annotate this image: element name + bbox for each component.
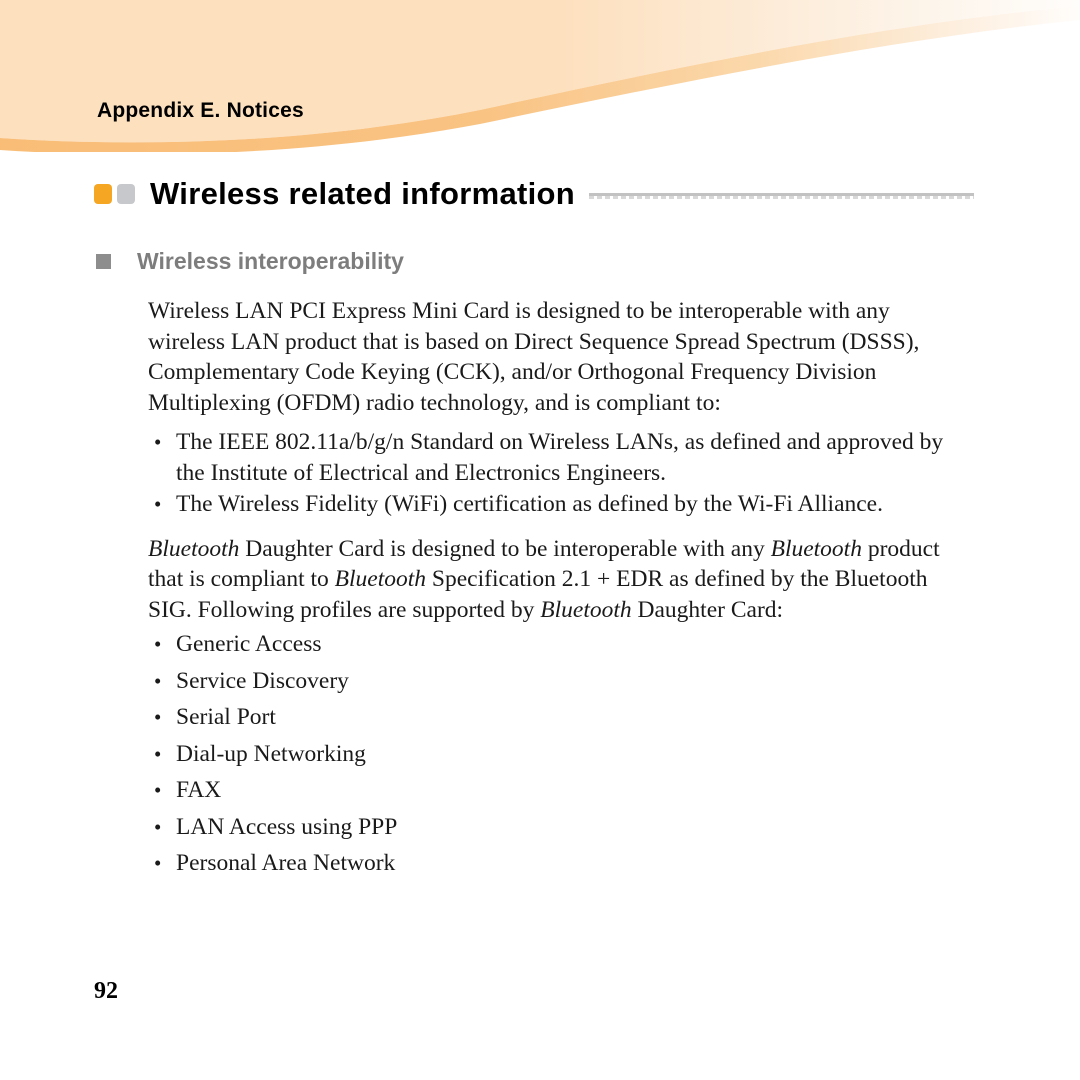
- bluetooth-paragraph: Bluetooth Daughter Card is designed to b…: [148, 534, 958, 626]
- list-item: Service Discovery: [148, 666, 958, 697]
- list-item: FAX: [148, 775, 958, 806]
- list-item: Generic Access: [148, 629, 958, 660]
- list-item: The Wireless Fidelity (WiFi) certificati…: [148, 489, 958, 520]
- page-title: Wireless related information: [150, 176, 576, 211]
- standards-bullet-list: The IEEE 802.11a/b/g/n Standard on Wirel…: [148, 427, 958, 520]
- appendix-title: Appendix E. Notices: [97, 99, 304, 122]
- list-item: Serial Port: [148, 702, 958, 733]
- italic-term: Bluetooth: [148, 535, 240, 562]
- list-item: LAN Access using PPP: [148, 812, 958, 843]
- body-content: Wireless LAN PCI Express Mini Card is de…: [148, 296, 958, 893]
- bluetooth-profiles-list: Generic Access Service Discovery Serial Po…: [148, 629, 958, 879]
- section-heading-row: Wireless related information: [94, 176, 974, 212]
- orange-square-icon: [94, 184, 112, 204]
- italic-term: Bluetooth: [770, 535, 862, 562]
- list-item: Personal Area Network: [148, 848, 958, 879]
- gray-square-icon: [117, 184, 135, 204]
- subsection-title: Wireless interoperability: [137, 248, 404, 274]
- page-header-banner: Appendix E. Notices: [0, 0, 1080, 152]
- square-bullet-icon: [96, 254, 111, 269]
- paragraph-text: Daughter Card is designed to be interope…: [239, 535, 771, 562]
- heading-rule: [589, 193, 974, 199]
- italic-term: Bluetooth: [540, 596, 632, 623]
- italic-term: Bluetooth: [334, 566, 427, 592]
- heading-rule-dashed: [589, 196, 974, 199]
- list-item: The IEEE 802.11a/b/g/n Standard on Wirel…: [148, 427, 958, 488]
- page-number: 92: [94, 978, 118, 1004]
- subsection-heading-row: Wireless interoperability: [96, 248, 404, 275]
- list-item: Dial-up Networking: [148, 739, 958, 770]
- intro-paragraph: Wireless LAN PCI Express Mini Card is de…: [148, 298, 920, 416]
- header-decorative-curve: [0, 0, 1080, 152]
- paragraph-text: Daughter Card:: [631, 596, 784, 623]
